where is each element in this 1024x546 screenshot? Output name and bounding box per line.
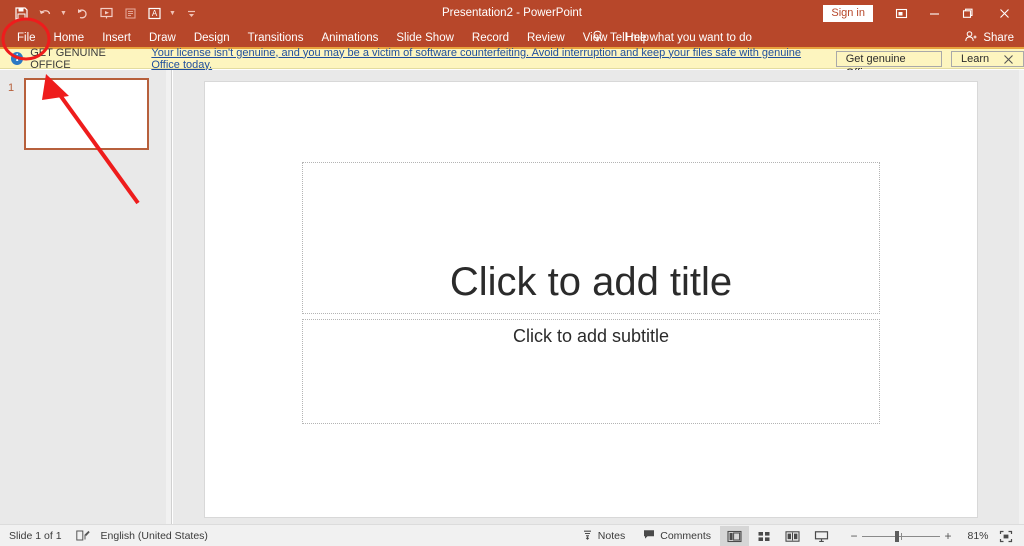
undo-dropdown-caret-icon[interactable]: ▼ bbox=[58, 3, 69, 24]
comments-button[interactable]: Comments bbox=[634, 525, 720, 546]
title-placeholder[interactable]: Click to add title bbox=[302, 162, 880, 314]
tell-me-label: Tell me what you want to do bbox=[610, 32, 752, 44]
reading-view-button[interactable] bbox=[778, 526, 807, 546]
customize-quick-access-toolbar-icon[interactable] bbox=[180, 3, 202, 24]
title-bar: ▼ A ▼ Presentation2 - PowerPoint Sign in bbox=[0, 0, 1024, 27]
editor-vertical-scrollbar[interactable] bbox=[1019, 70, 1024, 524]
ribbon-display-options-icon[interactable] bbox=[885, 0, 918, 27]
zoom-control: − + bbox=[846, 529, 956, 543]
subtitle-placeholder-text: Click to add subtitle bbox=[512, 326, 670, 346]
slide-canvas[interactable]: Click to add title Click to add subtitle bbox=[204, 81, 978, 518]
quick-access-toolbar: ▼ A ▼ bbox=[0, 3, 202, 24]
zoom-slider[interactable] bbox=[862, 530, 940, 542]
zoom-slider-handle[interactable] bbox=[895, 531, 899, 542]
powerpoint-window: ▼ A ▼ Presentation2 - PowerPoint Sign in bbox=[0, 0, 1024, 546]
notes-icon bbox=[582, 529, 593, 543]
redo-icon[interactable] bbox=[71, 3, 93, 24]
language-label[interactable]: English (United States) bbox=[101, 530, 208, 542]
status-bar: Slide 1 of 1 English (United States) Not… bbox=[0, 524, 1024, 546]
slide-thumbnail-1[interactable] bbox=[24, 78, 149, 150]
banner-close-icon[interactable] bbox=[1003, 49, 1014, 69]
title-placeholder-text: Click to add title bbox=[449, 260, 733, 304]
comments-icon bbox=[643, 529, 655, 543]
start-from-beginning-icon[interactable] bbox=[95, 3, 117, 24]
notes-button[interactable]: Notes bbox=[573, 525, 634, 546]
thumbnail-number: 1 bbox=[8, 82, 15, 94]
slide-count-label: Slide 1 of 1 bbox=[9, 529, 62, 542]
sign-in-button[interactable]: Sign in bbox=[823, 5, 873, 22]
text-dropdown-caret-icon[interactable]: ▼ bbox=[167, 3, 178, 24]
subtitle-placeholder[interactable]: Click to add subtitle bbox=[302, 319, 880, 424]
share-button[interactable]: Share bbox=[964, 27, 1014, 49]
zoom-in-icon[interactable]: + bbox=[940, 529, 956, 543]
lightbulb-icon bbox=[592, 30, 603, 46]
zoom-slider-midpoint bbox=[901, 533, 902, 540]
info-icon: i bbox=[11, 52, 24, 65]
banner-label: GET GENUINE OFFICE bbox=[30, 46, 106, 71]
svg-text:A: A bbox=[151, 9, 157, 18]
zoom-out-icon[interactable]: − bbox=[846, 529, 862, 543]
slide-thumbnail-pane: 1 bbox=[0, 70, 172, 524]
minimize-icon[interactable] bbox=[918, 0, 951, 27]
present-online-icon[interactable] bbox=[119, 3, 141, 24]
slide-show-view-button[interactable] bbox=[807, 526, 836, 546]
zoom-level-label[interactable]: 81% bbox=[962, 530, 994, 542]
notes-label: Notes bbox=[597, 530, 626, 542]
status-bar-left: Slide 1 of 1 English (United States) bbox=[0, 530, 208, 542]
close-icon[interactable] bbox=[984, 0, 1024, 27]
text-format-icon[interactable]: A bbox=[143, 3, 165, 24]
fit-slide-to-window-icon[interactable] bbox=[994, 526, 1018, 546]
get-genuine-office-button[interactable]: Get genuine Office bbox=[835, 50, 942, 79]
restore-icon[interactable] bbox=[951, 0, 984, 27]
genuine-office-banner: i GET GENUINE OFFICE Your license isn't … bbox=[0, 46, 1024, 79]
accessibility-checker-icon[interactable] bbox=[76, 530, 91, 542]
banner-message[interactable]: Your license isn't genuine, and you may … bbox=[151, 47, 823, 71]
comments-label: Comments bbox=[660, 530, 711, 542]
window-controls: Sign in bbox=[823, 0, 1024, 27]
thumbnail-scrollbar[interactable] bbox=[166, 70, 171, 524]
slide-editor-area: Click to add title Click to add subtitle bbox=[173, 70, 1024, 524]
share-label: Share bbox=[983, 32, 1014, 44]
status-bar-right: Notes Comments − + 81% bbox=[573, 525, 1024, 546]
save-icon[interactable] bbox=[10, 3, 32, 24]
share-person-icon bbox=[964, 30, 978, 46]
normal-view-button[interactable] bbox=[720, 526, 749, 546]
undo-icon[interactable] bbox=[34, 3, 56, 24]
slide-sorter-view-button[interactable] bbox=[749, 526, 778, 546]
